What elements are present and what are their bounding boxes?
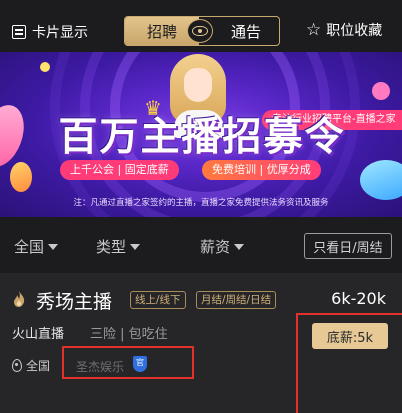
decor-blob [10,162,32,192]
base-pay-badge: 底薪:5k [312,323,388,349]
salary-filter[interactable]: 薪资 [200,236,245,257]
promo-banner[interactable]: ♛ 专注行业招聘平台-直播之家 百万主播招募令 上千公会 | 固定底薪 免费培训… [0,52,402,217]
location-label: 全国 [26,359,51,373]
job-location: 全国 [12,357,50,374]
platform-name: 火山直播 [12,327,65,342]
type-filter-label: 类型 [96,238,127,256]
job-card[interactable]: 秀场主播 线上/线下 月结/周结/日结 6k-20k 火山直播 三险 | 包吃住… [0,273,402,413]
salary-filter-label: 薪资 [200,238,231,256]
caret-down-icon [48,243,59,250]
job-tag: 线上/线下 [130,291,186,309]
caret-down-icon [234,243,245,250]
salary-range: 6k-20k [331,289,386,308]
banner-headline: 百万主播招募令 [58,115,346,160]
next-card-peek [36,405,126,413]
region-filter[interactable]: 全国 [14,236,59,257]
top-bar: 卡片显示 招聘 通告 ☆ 职位收藏 [0,0,402,52]
banner-note: 注：凡通过直播之家签约的主播，直播之家免费提供法务资讯及服务 [73,198,329,208]
eye-icon [192,26,208,36]
star-icon: ☆ [306,19,322,40]
filter-bar: 全国 类型 薪资 只看日/周结 [0,217,402,273]
decor-blob [372,82,390,100]
official-badge-icon: 官 [133,356,147,372]
type-filter[interactable]: 类型 [96,236,141,257]
job-title: 秀场主播 [36,291,113,313]
card-display-label: 卡片显示 [32,25,88,41]
mode-segmented-control[interactable]: 招聘 通告 [124,16,280,46]
flame-icon [14,291,25,307]
caret-down-icon [130,243,141,250]
job-benefits: 三险 | 包吃住 [90,327,168,342]
favorites-label: 职位收藏 [326,23,383,39]
decor-blob [360,160,402,200]
company-name[interactable]: 圣杰娱乐 [76,358,124,375]
decor-blob [40,62,50,72]
card-display-toggle[interactable]: 卡片显示 [12,20,88,44]
region-filter-label: 全国 [14,238,45,256]
favorites-button[interactable]: ☆ 职位收藏 [306,20,382,40]
weekend-only-toggle[interactable]: 只看日/周结 [304,233,392,259]
banner-pill-right: 免费培训 | 优厚分成 [202,160,321,180]
job-tag: 月结/周结/日结 [196,291,277,309]
eye-icon-badge [187,19,213,43]
location-pin-icon [12,359,22,372]
list-icon [12,25,26,39]
banner-pill-left: 上千公会 | 固定底薪 [60,160,179,180]
